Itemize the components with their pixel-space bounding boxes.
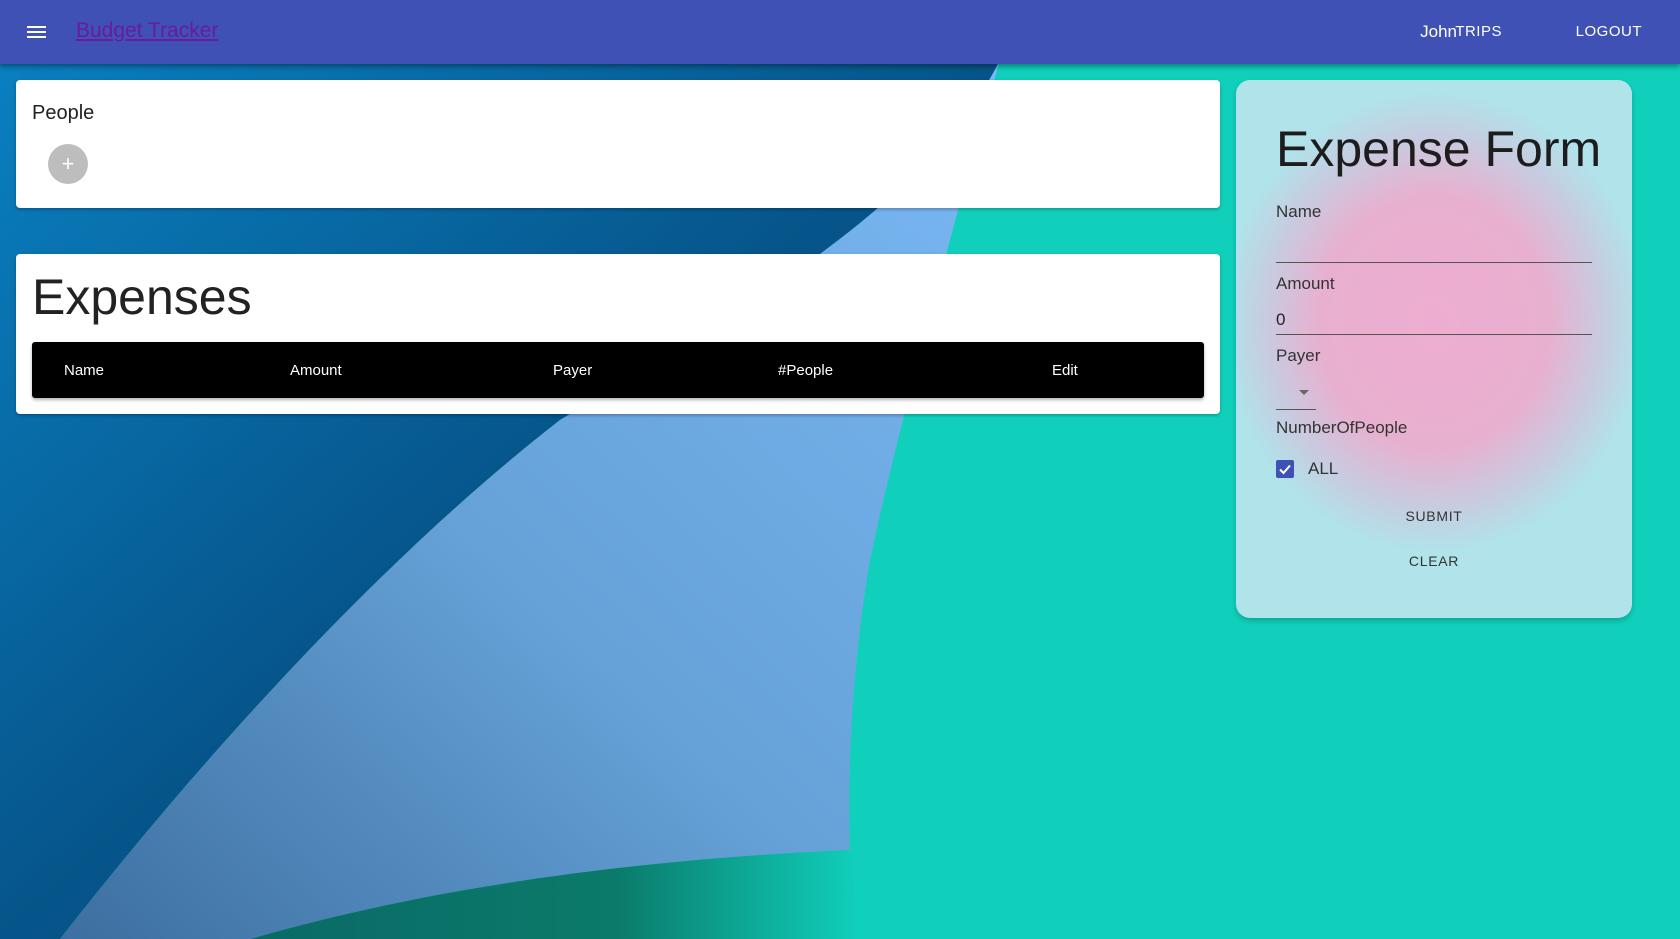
dropdown-arrow-icon [1299, 390, 1309, 395]
number-of-people-label: NumberOfPeople [1276, 418, 1408, 437]
name-label: Name [1276, 202, 1322, 221]
clear-button[interactable]: CLEAR [1236, 553, 1632, 569]
app-title-link[interactable]: Budget Tracker [76, 19, 218, 43]
all-checkbox-label: ALL [1308, 459, 1339, 478]
add-person-button[interactable]: + [48, 144, 88, 184]
payer-select[interactable] [1276, 376, 1316, 410]
checkmark-icon [1279, 464, 1291, 475]
column-header-people: #People [778, 362, 834, 379]
expenses-title: Expenses [32, 269, 252, 325]
name-input[interactable] [1276, 240, 1592, 262]
people-title: People [32, 102, 95, 124]
amount-input-underline [1276, 334, 1592, 335]
column-header-amount: Amount [290, 362, 342, 379]
people-card: People + [16, 80, 1220, 208]
trips-button[interactable]: TRIPS [1455, 23, 1502, 40]
menu-icon[interactable] [20, 16, 52, 48]
expense-form: Expense Form Name Amount 0 Payer NumberO… [1236, 80, 1632, 618]
payer-label: Payer [1276, 346, 1321, 365]
column-header-payer: Payer [553, 362, 593, 379]
column-header-edit: Edit [1052, 362, 1078, 379]
user-name: John [1420, 22, 1457, 41]
all-checkbox[interactable] [1276, 460, 1294, 478]
name-input-underline [1276, 262, 1592, 263]
expenses-table-header: Name Amount Payer #People Edit [32, 342, 1204, 398]
column-header-name: Name [64, 362, 105, 379]
app-bar: Budget Tracker John TRIPS LOGOUT [0, 0, 1680, 64]
submit-button[interactable]: SUBMIT [1236, 508, 1632, 524]
amount-label: Amount [1276, 274, 1335, 293]
expenses-card: Expenses Name Amount Payer #People Edit [16, 254, 1220, 414]
form-title: Expense Form [1276, 121, 1602, 177]
amount-input[interactable]: 0 [1276, 310, 1592, 330]
logout-button[interactable]: LOGOUT [1576, 23, 1642, 40]
